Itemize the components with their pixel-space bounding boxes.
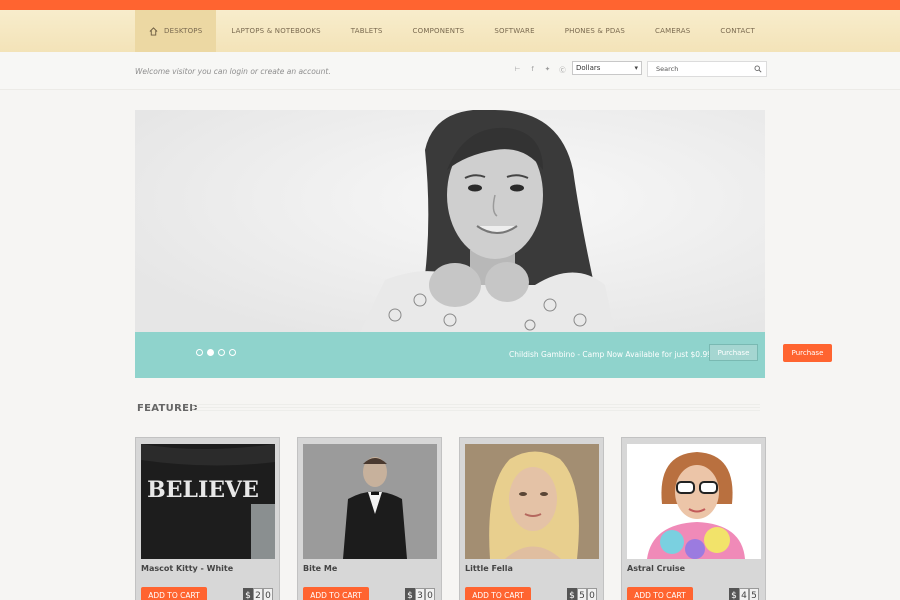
slider-purchase-button[interactable]: Purchase — [709, 344, 758, 361]
nav-label: CONTACT — [720, 27, 755, 35]
product-card: BELIEVE Mascot Kitty - White ADD TO CART… — [135, 437, 280, 600]
nav-label: LAPTOPS & NOTEBOOKS — [231, 27, 321, 35]
currency-select[interactable]: Dollars ▾ — [572, 61, 642, 75]
product-image[interactable] — [303, 444, 437, 559]
search-input[interactable]: Search — [647, 61, 767, 77]
product-name[interactable]: Little Fella — [465, 564, 513, 573]
main-nav-band: DESKTOPS LAPTOPS & NOTEBOOKS TABLETS COM… — [0, 10, 900, 52]
social-links: ⊢ f ✦ Ⓒ — [513, 64, 567, 74]
product-price: $ 4 5 — [729, 588, 759, 600]
product-card: Astral Cruise ADD TO CART $ 4 5 — [621, 437, 766, 600]
slider-caption: Childish Gambino - Camp Now Available fo… — [509, 350, 712, 359]
add-to-cart-button[interactable]: ADD TO CART — [465, 587, 531, 600]
currency-value: Dollars — [576, 64, 601, 72]
product-image[interactable] — [627, 444, 761, 559]
nav-item-components[interactable]: COMPONENTS — [398, 10, 480, 52]
product-card: Bite Me ADD TO CART $ 3 0 — [297, 437, 442, 600]
product-price: $ 5 0 — [567, 588, 597, 600]
nav-item-cameras[interactable]: CAMERAS — [640, 10, 705, 52]
product-image[interactable]: BELIEVE — [141, 444, 275, 559]
nav-item-contact[interactable]: CONTACT — [705, 10, 770, 52]
rss-icon[interactable]: ⊢ — [513, 64, 522, 73]
side-purchase-button[interactable]: Purchase — [783, 344, 832, 362]
nav-label: COMPONENTS — [412, 27, 465, 35]
add-to-cart-button[interactable]: ADD TO CART — [627, 587, 693, 600]
price-digit: 5 — [577, 588, 587, 600]
price-currency: $ — [729, 588, 739, 600]
slider-dots — [196, 349, 236, 356]
home-icon — [149, 26, 158, 36]
price-digit: 5 — [749, 588, 759, 600]
price-digit: 0 — [587, 588, 597, 600]
facebook-icon[interactable]: f — [528, 64, 537, 73]
nav-label: PHONES & PDAS — [564, 27, 626, 35]
price-digit: 3 — [415, 588, 425, 600]
product-name[interactable]: Astral Cruise — [627, 564, 685, 573]
nav-label: CAMERAS — [655, 27, 691, 35]
price-digit: 0 — [425, 588, 435, 600]
add-to-cart-button[interactable]: ADD TO CART — [141, 587, 207, 600]
skype-icon[interactable]: Ⓒ — [558, 64, 567, 74]
top-accent-bar — [0, 0, 900, 10]
twitter-icon[interactable]: ✦ — [543, 64, 552, 73]
price-currency: $ — [405, 588, 415, 600]
product-card: Little Fella ADD TO CART $ 5 0 — [459, 437, 604, 600]
shirt-text: BELIEVE — [147, 477, 259, 503]
search-placeholder: Search — [656, 65, 679, 73]
slider-dot-active[interactable] — [207, 349, 214, 356]
chevron-down-icon: ▾ — [634, 64, 638, 72]
nav-item-software[interactable]: SOFTWARE — [479, 10, 549, 52]
add-to-cart-button[interactable]: ADD TO CART — [303, 587, 369, 600]
product-price: $ 2 0 — [243, 588, 273, 600]
hero-slider: Childish Gambino - Camp Now Available fo… — [135, 110, 765, 378]
slider-dot[interactable] — [196, 349, 203, 356]
slider-caption-bar: Childish Gambino - Camp Now Available fo… — [135, 332, 765, 378]
nav-label: TABLETS — [350, 27, 383, 35]
nav-item-laptops[interactable]: LAPTOPS & NOTEBOOKS — [216, 10, 335, 52]
hero-image — [135, 110, 765, 332]
welcome-text: Welcome visitor you can login or create … — [135, 67, 331, 76]
slider-dot[interactable] — [218, 349, 225, 356]
nav-item-desktops[interactable]: DESKTOPS — [135, 10, 217, 52]
price-digit: 4 — [739, 588, 749, 600]
price-digit: 0 — [263, 588, 273, 600]
price-digit: 2 — [253, 588, 263, 600]
product-price: $ 3 0 — [405, 588, 435, 600]
subheader: Welcome visitor you can login or create … — [0, 52, 900, 90]
nav-item-phones[interactable]: PHONES & PDAS — [550, 10, 640, 52]
nav-label: DESKTOPS — [164, 27, 203, 35]
main-nav: DESKTOPS LAPTOPS & NOTEBOOKS TABLETS COM… — [135, 10, 770, 52]
price-currency: $ — [243, 588, 253, 600]
nav-item-tablets[interactable]: TABLETS — [336, 10, 398, 52]
slider-dot[interactable] — [229, 349, 236, 356]
nav-label: SOFTWARE — [494, 27, 535, 35]
search-icon[interactable] — [754, 65, 762, 73]
product-grid: BELIEVE Mascot Kitty - White ADD TO CART… — [135, 437, 766, 600]
price-currency: $ — [567, 588, 577, 600]
product-image[interactable] — [465, 444, 599, 559]
section-divider — [192, 404, 760, 412]
featured-heading: FEATURED — [137, 403, 198, 414]
product-name[interactable]: Bite Me — [303, 564, 337, 573]
product-name[interactable]: Mascot Kitty - White — [141, 564, 233, 573]
